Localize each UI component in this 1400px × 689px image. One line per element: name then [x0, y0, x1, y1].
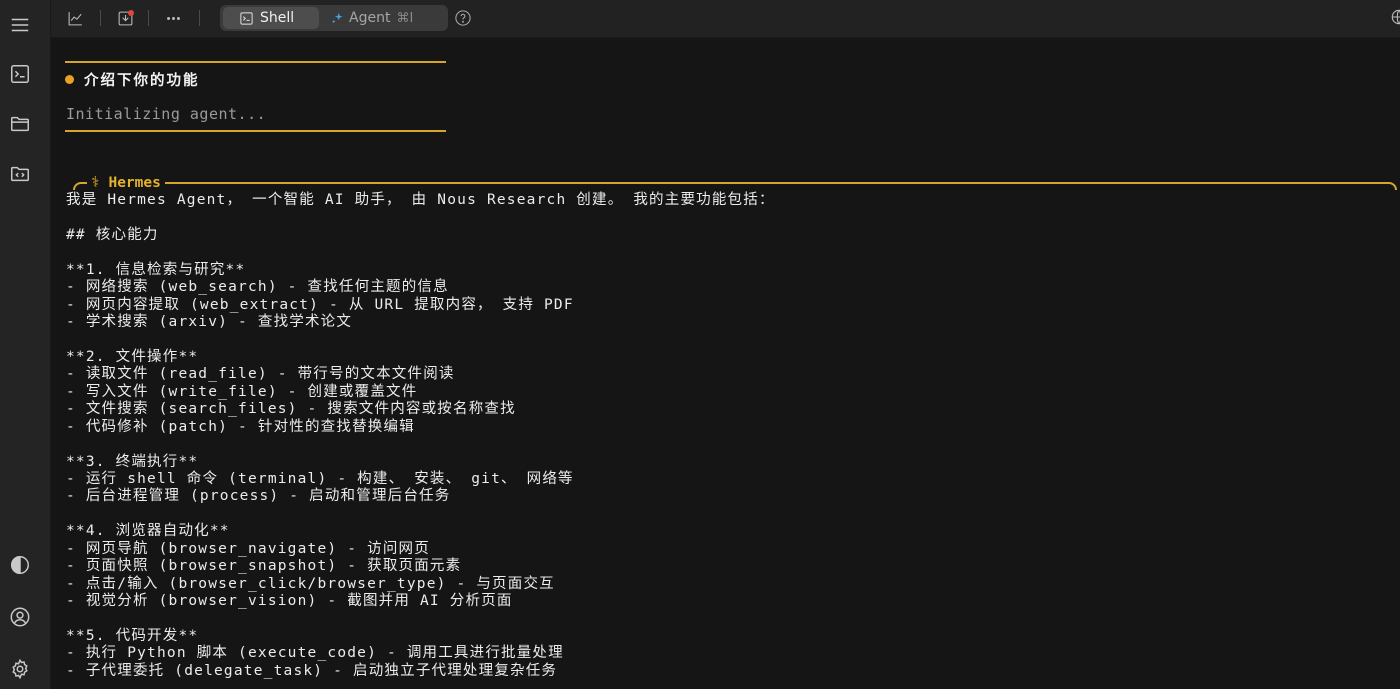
response-line: - 视觉分析 (browser_vision) - 截图并用 AI 分析页面	[66, 593, 513, 610]
chart-icon[interactable]	[65, 8, 85, 28]
top-toolbar: Shell Agent ⌘I	[51, 0, 1400, 38]
tab-shell-label: Shell	[260, 10, 295, 26]
user-prompt: 介绍下你的功能	[65, 69, 200, 90]
user-prompt-text: 介绍下你的功能	[84, 73, 200, 89]
response-line	[66, 209, 1386, 226]
response-line: **3. 终端执行**	[66, 453, 199, 470]
toolbar-divider	[199, 10, 200, 26]
response-line: 我是 Hermes Agent， 一个智能 AI 助手， 由 Nous Rese…	[66, 192, 775, 208]
theme-toggle-icon[interactable]	[8, 553, 32, 577]
response-line: **4. 浏览器自动化**	[66, 523, 230, 540]
more-icon[interactable]	[163, 8, 183, 28]
download-icon[interactable]	[115, 8, 135, 28]
toolbar-divider	[100, 10, 101, 26]
mode-switcher: Shell Agent ⌘I	[220, 5, 448, 31]
folder-icon[interactable]	[8, 112, 32, 136]
globe-icon[interactable]	[1390, 8, 1400, 26]
response-line: - 运行 shell 命令 (terminal) - 构建、 安装、 git、 …	[66, 471, 574, 487]
response-line: - 写入文件 (write_file) - 创建或覆盖文件	[66, 383, 418, 400]
response-line: - 代码修补 (patch) - 针对性的查找替换编辑	[66, 418, 415, 435]
response-line	[66, 611, 1386, 628]
left-rail	[0, 0, 51, 689]
prompt-bullet	[65, 75, 74, 84]
response-line: ## 核心能力	[66, 226, 159, 243]
response-line: - 后台进程管理 (process) - 启动和管理后台任务	[66, 488, 451, 505]
response-line: - 网页导航 (browser_navigate) - 访问网页	[66, 540, 430, 557]
response-line: - 点击/输入 (browser_click/browser_type) - 与…	[66, 575, 555, 592]
agent-shortcut: ⌘I	[396, 10, 414, 26]
prompt-top-rule	[65, 61, 446, 63]
account-icon[interactable]	[8, 605, 32, 629]
response-line: - 文件搜索 (search_files) - 搜索文件内容或按名称查找	[66, 401, 516, 418]
notification-dot	[128, 10, 134, 16]
help-icon[interactable]	[454, 9, 472, 27]
sparkle-icon	[331, 12, 343, 23]
terminal-output[interactable]: 介绍下你的功能 Initializing agent... ⚕ Hermes 我…	[51, 38, 1400, 689]
terminal-icon[interactable]	[8, 62, 32, 86]
agent-name-label: ⚕ Hermes	[87, 175, 165, 191]
response-line: - 学术搜索 (arxiv) - 查找学术论文	[66, 314, 353, 331]
response-line	[66, 244, 1386, 261]
menu-icon[interactable]	[8, 13, 32, 37]
shell-icon	[240, 11, 253, 25]
response-line: - 页面快照 (browser_snapshot) - 获取页面元素	[66, 558, 462, 575]
agent-response-frame	[73, 182, 1397, 190]
response-line	[66, 332, 1386, 349]
code-folder-icon[interactable]	[8, 162, 32, 186]
status-text: Initializing agent...	[66, 105, 267, 123]
response-line: - 读取文件 (read_file) - 带行号的文本文件阅读	[66, 366, 455, 383]
settings-icon[interactable]	[8, 657, 32, 681]
tab-agent-label: Agent	[349, 10, 391, 26]
response-line	[66, 436, 1386, 453]
response-line: **5. 代码开发**	[66, 627, 199, 644]
agent-response: 我是 Hermes Agent， 一个智能 AI 助手， 由 Nous Rese…	[66, 192, 1386, 680]
tab-shell[interactable]: Shell	[223, 7, 319, 29]
response-line: **2. 文件操作**	[66, 348, 199, 365]
response-line: - 子代理委托 (delegate_task) - 启动独立子代理处理复杂任务	[66, 662, 558, 679]
prompt-bottom-rule	[65, 130, 446, 132]
response-line: - 网页内容提取 (web_extract) - 从 URL 提取内容， 支持 …	[66, 296, 574, 313]
response-line	[66, 506, 1386, 523]
toolbar-divider	[148, 10, 149, 26]
response-line: - 执行 Python 脚本 (execute_code) - 调用工具进行批量…	[66, 645, 564, 662]
tab-agent[interactable]: Agent ⌘I	[330, 7, 446, 29]
response-line: **1. 信息检索与研究**	[66, 261, 246, 278]
response-line: - 网络搜索 (web_search) - 查找任何主题的信息	[66, 279, 449, 296]
